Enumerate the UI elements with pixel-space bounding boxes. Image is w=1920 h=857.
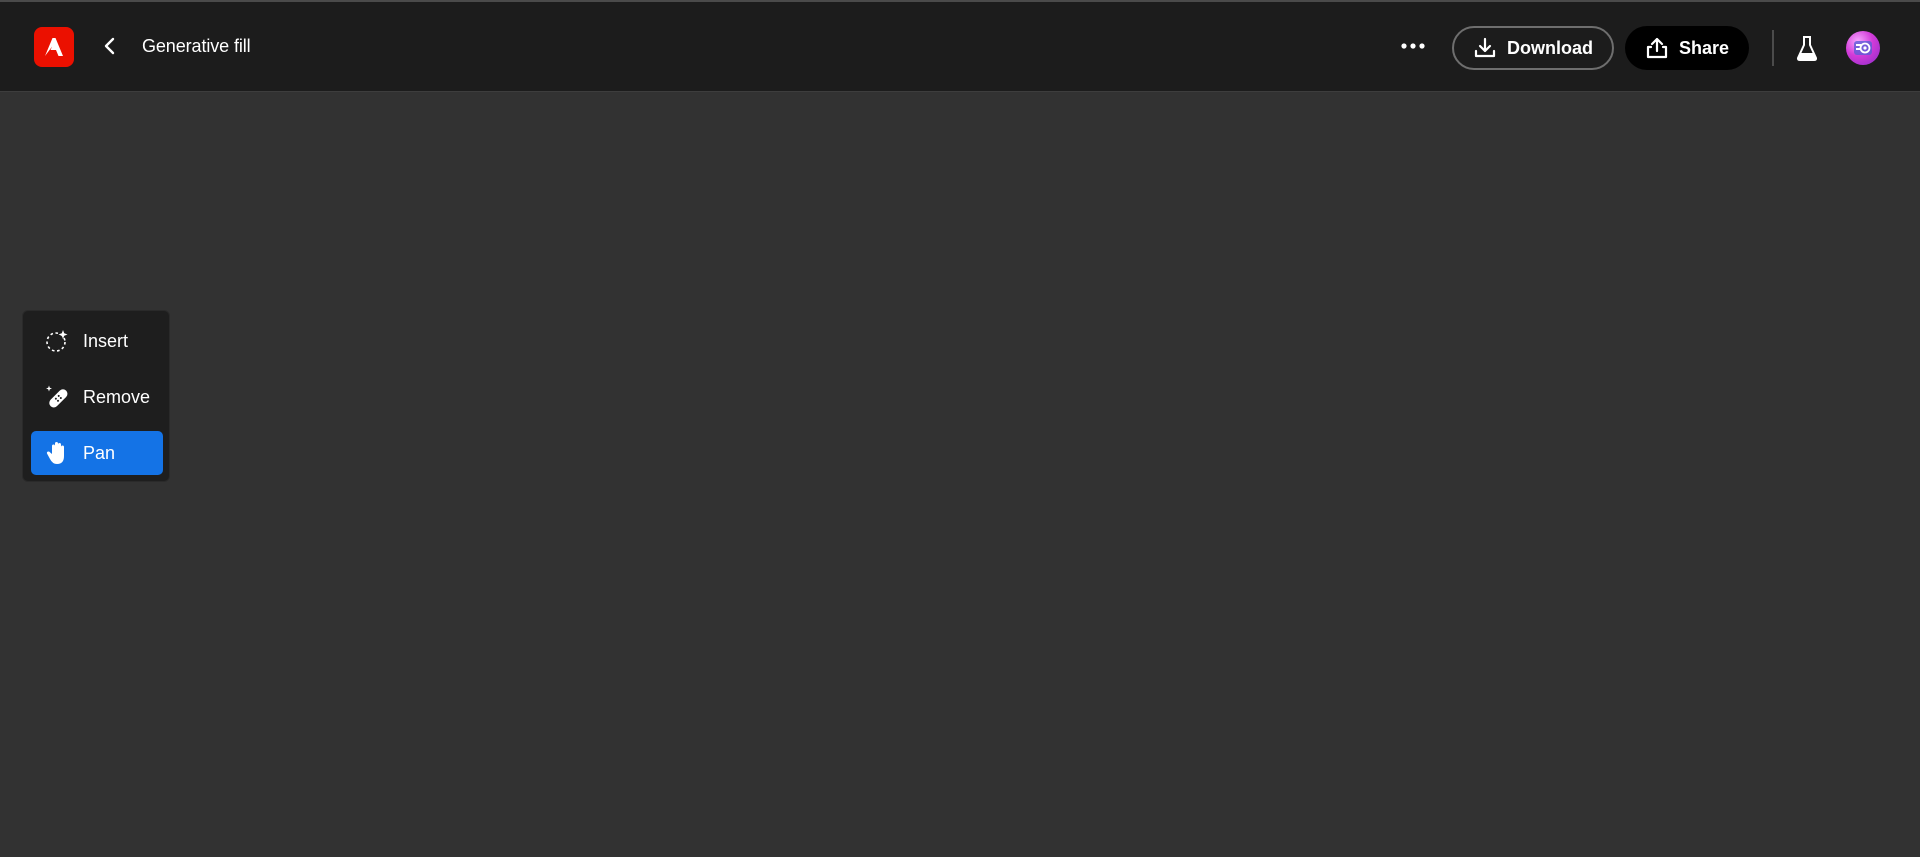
tool-remove[interactable]: Remove — [31, 375, 163, 419]
back-button[interactable] — [95, 31, 125, 61]
labs-button[interactable] — [1793, 33, 1821, 63]
adobe-a-icon — [45, 38, 63, 56]
download-button[interactable]: Download — [1452, 26, 1614, 70]
download-label: Download — [1507, 37, 1593, 58]
share-icon — [1646, 37, 1668, 59]
tool-panel: Insert Remove Pan — [22, 310, 170, 482]
more-options-icon — [1401, 43, 1425, 49]
document-title: Generative fill — [142, 36, 251, 56]
insert-sparkle-icon — [44, 328, 70, 354]
share-label: Share — [1678, 37, 1730, 58]
tool-remove-label: Remove — [83, 386, 151, 407]
avatar-icon — [1854, 41, 1872, 55]
more-options-button[interactable] — [1396, 31, 1430, 61]
flask-icon — [1796, 36, 1818, 61]
app-header: Generative fill Download Share — [0, 2, 1920, 92]
hand-icon — [44, 440, 70, 466]
tool-pan[interactable]: Pan — [31, 431, 163, 475]
share-button[interactable]: Share — [1625, 26, 1749, 70]
tool-pan-label: Pan — [83, 442, 116, 463]
download-icon — [1474, 37, 1496, 58]
header-divider — [1772, 30, 1774, 66]
user-avatar[interactable] — [1846, 31, 1880, 65]
bandage-eraser-icon — [44, 384, 70, 410]
tool-insert[interactable]: Insert — [31, 319, 163, 363]
chevron-left-icon — [104, 37, 115, 55]
tool-insert-label: Insert — [83, 330, 129, 351]
canvas-area[interactable] — [0, 93, 1920, 857]
adobe-logo[interactable] — [34, 27, 74, 67]
